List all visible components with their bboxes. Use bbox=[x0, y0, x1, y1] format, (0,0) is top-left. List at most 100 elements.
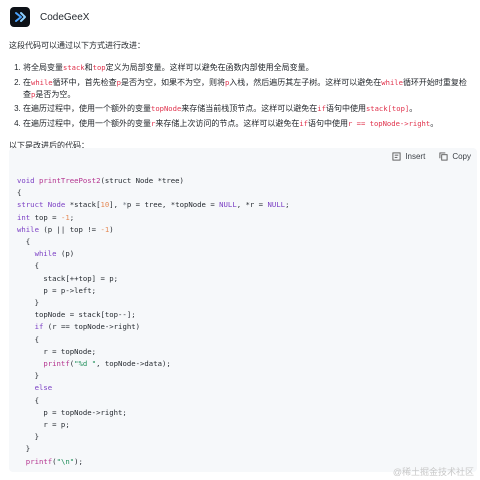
list-text: 语句中使用 bbox=[325, 104, 366, 113]
inline-code: while bbox=[381, 77, 403, 87]
code-line: struct Node *stack[10], *p = tree, *topN… bbox=[17, 199, 289, 211]
code-token: (r == topNode->right) bbox=[47, 322, 141, 332]
code-token: NULL bbox=[219, 200, 237, 210]
watermark: @稀土掘金技术社区 bbox=[392, 467, 474, 477]
code-token: { bbox=[17, 261, 39, 271]
code-line: while (p || top != -1) bbox=[17, 224, 289, 236]
code-line: while (p) bbox=[17, 248, 289, 260]
list-text: 入栈，然后遍历其左子树。这样可以避免在 bbox=[229, 77, 382, 87]
code-token: "\n" bbox=[56, 456, 75, 466]
list-text: 来存储上次访问的节点。这样可以避免在 bbox=[155, 118, 300, 128]
copy-button[interactable]: Copy bbox=[439, 152, 471, 161]
code-token: p = tree, *topNode = bbox=[126, 200, 220, 210]
code-token: r = topNode; bbox=[17, 346, 97, 356]
code-token: struct Node bbox=[17, 200, 70, 210]
list-text: 定义为局部变量。这样可以避免在函数内部使用全局变量。 bbox=[105, 63, 314, 72]
code-token: 10 bbox=[100, 200, 110, 210]
code-token: "%d " bbox=[74, 359, 97, 369]
code-line: } bbox=[17, 431, 289, 443]
code-line: { bbox=[17, 334, 289, 346]
code-token: -1 bbox=[60, 212, 70, 222]
code-token: ) bbox=[109, 224, 114, 234]
list-text: 在遍历过程中，使用一个额外的变量 bbox=[23, 104, 151, 113]
copy-label: Copy bbox=[452, 152, 471, 161]
code-token: { bbox=[17, 334, 39, 344]
code-line: { bbox=[17, 187, 289, 199]
code-line: printf("\n"); bbox=[17, 456, 289, 468]
code-line: r = p; bbox=[17, 419, 289, 431]
code-token: (p || top != bbox=[43, 224, 101, 234]
code-token: ; bbox=[285, 200, 290, 210]
app-header: CodeGeeX bbox=[10, 6, 89, 28]
inline-code: if bbox=[299, 118, 308, 128]
list-text: 。 bbox=[430, 118, 439, 128]
code-token: while bbox=[17, 224, 44, 234]
code-line: { bbox=[17, 236, 289, 248]
code-line: if (r == topNode->right) bbox=[17, 321, 289, 333]
code-line: { bbox=[17, 260, 289, 272]
list-text: 语句中使用 bbox=[307, 118, 348, 128]
code-token: (struct Node *tree) bbox=[100, 176, 184, 185]
code-line: } bbox=[17, 370, 289, 382]
list-item: 将全局变量stack和top定义为局部变量。这样可以避免在函数内部使用全局变量。 bbox=[23, 62, 471, 74]
code-block: Insert Copy void printTreePost2(struct N… bbox=[9, 148, 477, 472]
list-text: 循环中，首先检查 bbox=[52, 77, 117, 87]
code-token: NULL bbox=[267, 200, 286, 210]
code-token: } bbox=[17, 371, 39, 381]
code-line: void printTreePost2(struct Node *tree) bbox=[17, 175, 289, 187]
code-token: } bbox=[17, 444, 31, 454]
code-token: ; bbox=[69, 212, 75, 222]
code-token: { bbox=[17, 395, 39, 405]
list-text: 在 bbox=[23, 77, 31, 87]
code-line: p = p->left; bbox=[17, 285, 289, 297]
insert-button[interactable]: Insert bbox=[392, 152, 425, 161]
app-name: CodeGeeX bbox=[40, 11, 90, 23]
code-token: , topNode->data); bbox=[96, 359, 171, 369]
list-text: 和 bbox=[84, 63, 93, 72]
list-text: 来存储当前栈顶节点。这样可以避免在 bbox=[181, 104, 318, 113]
inline-code: stack bbox=[63, 63, 85, 72]
list-item: 在遍历过程中，使用一个额外的变量topNode来存储当前栈顶节点。这样可以避免在… bbox=[23, 103, 471, 115]
inline-code: while bbox=[31, 77, 53, 87]
code-token: else bbox=[34, 383, 53, 393]
code-token: -1 bbox=[100, 224, 110, 234]
code-line: stack[++top] = p; bbox=[17, 273, 289, 285]
code-token: top = bbox=[34, 212, 61, 222]
response-content: 这段代码可以通过以下方式进行改进： 将全局变量stack和top定义为局部变量。… bbox=[9, 40, 471, 152]
list-item: 在遍历过程中，使用一个额外的变量r来存储上次访问的节点。这样可以避免在if语句中… bbox=[23, 118, 471, 130]
code-token: *stack[ bbox=[69, 200, 101, 210]
code-line: else bbox=[17, 382, 289, 394]
list-item: 在while循环中，首先检查p是否为空，如果不为空，则将p入栈，然后遍历其左子树… bbox=[23, 77, 471, 101]
code-token: } bbox=[17, 432, 39, 442]
code-token: topNode = stack[top--]; bbox=[17, 310, 136, 320]
code-token: printf bbox=[43, 359, 70, 369]
code-line: } bbox=[17, 297, 289, 309]
code-token: { bbox=[17, 237, 31, 247]
code-token: ); bbox=[74, 456, 83, 466]
list-text: 是否为空。 bbox=[35, 89, 76, 99]
code-token: , *r = bbox=[236, 200, 268, 210]
code-token: void bbox=[17, 176, 39, 185]
code-token: ], bbox=[109, 200, 123, 210]
code-token: { bbox=[17, 188, 22, 198]
code-line: p = topNode->right; bbox=[17, 407, 289, 419]
list-text: 在遍历过程中，使用一个额外的变量 bbox=[23, 118, 151, 128]
code-toolbar: Insert Copy bbox=[392, 152, 471, 161]
code-token: p = p->left; bbox=[17, 285, 97, 295]
code-line: topNode = stack[top--]; bbox=[17, 309, 289, 321]
inline-code: stack[top] bbox=[365, 104, 410, 113]
inline-code: top bbox=[92, 63, 106, 72]
code-token: printTreePost2 bbox=[38, 176, 101, 185]
insert-icon bbox=[392, 152, 401, 161]
code-token: printf bbox=[25, 456, 53, 466]
code-content: void printTreePost2(struct Node *tree){s… bbox=[17, 175, 289, 468]
code-line: r = topNode; bbox=[17, 346, 289, 358]
inline-code: if bbox=[317, 104, 326, 113]
code-line: { bbox=[17, 395, 289, 407]
inline-code: r == topNode->right bbox=[347, 118, 431, 128]
